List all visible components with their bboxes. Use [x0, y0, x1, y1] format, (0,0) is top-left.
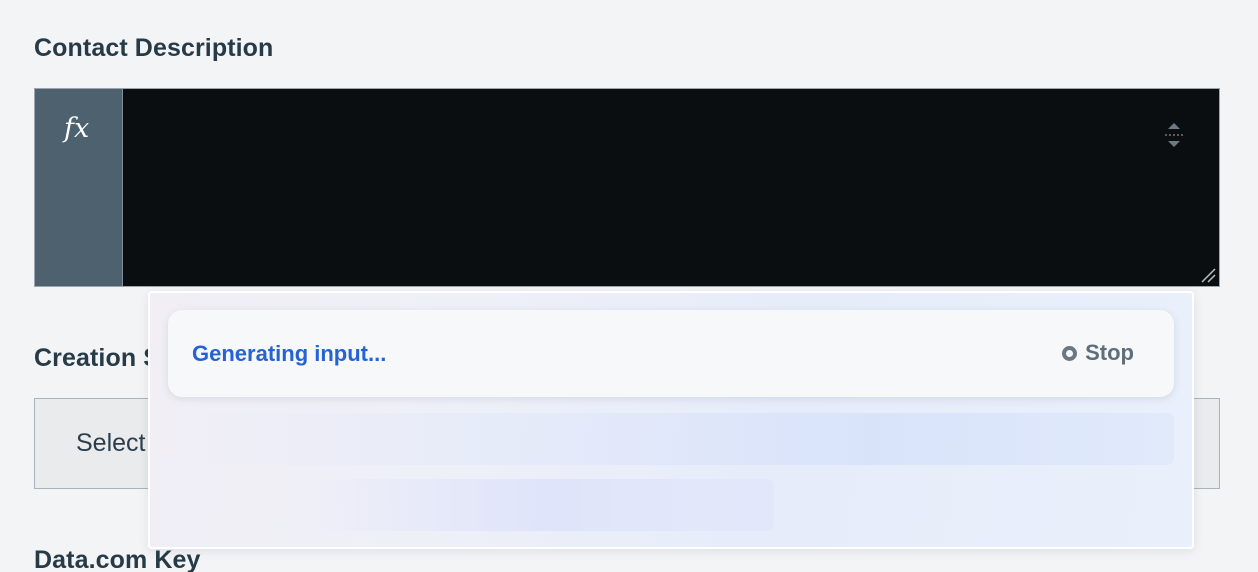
contact-description-editor[interactable]	[123, 89, 1219, 286]
resize-handle-icon[interactable]	[1200, 267, 1216, 283]
expand-icon[interactable]	[1163, 122, 1185, 148]
ai-generation-popover: Generating input... Stop	[148, 291, 1194, 549]
stop-icon	[1062, 345, 1078, 361]
creation-source-label: Creation S	[34, 344, 161, 372]
stop-button[interactable]: Stop	[1062, 340, 1134, 366]
stop-button-label: Stop	[1085, 340, 1134, 365]
contact-description-formula-field: fx	[34, 88, 1220, 287]
contact-description-label: Contact Description	[34, 34, 274, 62]
select-placeholder: Select	[76, 429, 146, 457]
generation-status-card: Generating input... Stop	[168, 310, 1174, 397]
loading-skeleton-line	[168, 413, 1174, 465]
form-page: Contact Description fx Creation S Select…	[0, 0, 1258, 572]
generating-status-text: Generating input...	[192, 341, 387, 366]
formula-toggle[interactable]: fx	[35, 89, 123, 286]
fx-icon: fx	[64, 113, 90, 144]
datacom-key-label: Data.com Key	[34, 546, 201, 572]
loading-skeleton-line	[320, 479, 774, 531]
